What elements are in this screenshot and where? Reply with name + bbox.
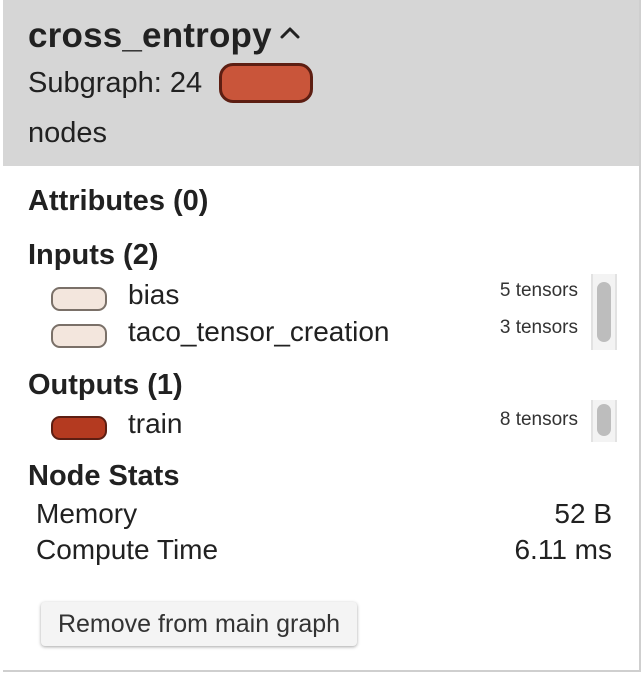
attributes-heading: Attributes (0) xyxy=(28,185,209,217)
output-color-swatch xyxy=(51,416,107,440)
node-header: cross_entropy Subgraph: 24 nodes xyxy=(3,0,639,166)
output-item-train[interactable]: train 8 tensors xyxy=(3,408,639,450)
stat-value: 52 B xyxy=(554,498,612,529)
input-color-swatch xyxy=(51,324,107,348)
subgraph-color-swatch xyxy=(219,63,313,103)
inputs-scrollbar-thumb[interactable] xyxy=(597,282,611,342)
stat-value: 6.11 ms xyxy=(514,534,612,565)
remove-from-main-graph-button[interactable]: Remove from main graph xyxy=(41,602,357,646)
chevron-up-icon[interactable] xyxy=(279,22,301,44)
input-color-swatch xyxy=(51,287,107,311)
node-stats-heading: Node Stats xyxy=(28,460,180,492)
stat-key: Memory xyxy=(36,498,138,529)
node-title: cross_entropy xyxy=(28,16,272,55)
node-info-panel: cross_entropy Subgraph: 24 nodes Attribu… xyxy=(3,0,641,672)
outputs-scrollbar[interactable] xyxy=(591,400,617,442)
stat-key: Compute Time xyxy=(36,534,219,565)
input-tensor-count: 3 tensors xyxy=(499,317,578,338)
outputs-heading: Outputs (1) xyxy=(28,369,183,401)
inputs-scrollbar[interactable] xyxy=(591,274,617,350)
nodes-label: nodes xyxy=(28,117,108,149)
inputs-heading: Inputs (2) xyxy=(28,239,159,271)
input-tensor-count: 5 tensors xyxy=(499,280,578,301)
input-item-taco-tensor-creation[interactable]: taco_tensor_creation 3 tensors xyxy=(3,316,639,358)
subgraph-label: Subgraph: 24 xyxy=(28,67,203,99)
input-name[interactable]: taco_tensor_creation xyxy=(128,316,390,348)
outputs-scrollbar-thumb[interactable] xyxy=(597,404,611,436)
output-name[interactable]: train xyxy=(128,408,182,440)
output-tensor-count: 8 tensors xyxy=(499,409,578,430)
input-name[interactable]: bias xyxy=(128,279,179,311)
